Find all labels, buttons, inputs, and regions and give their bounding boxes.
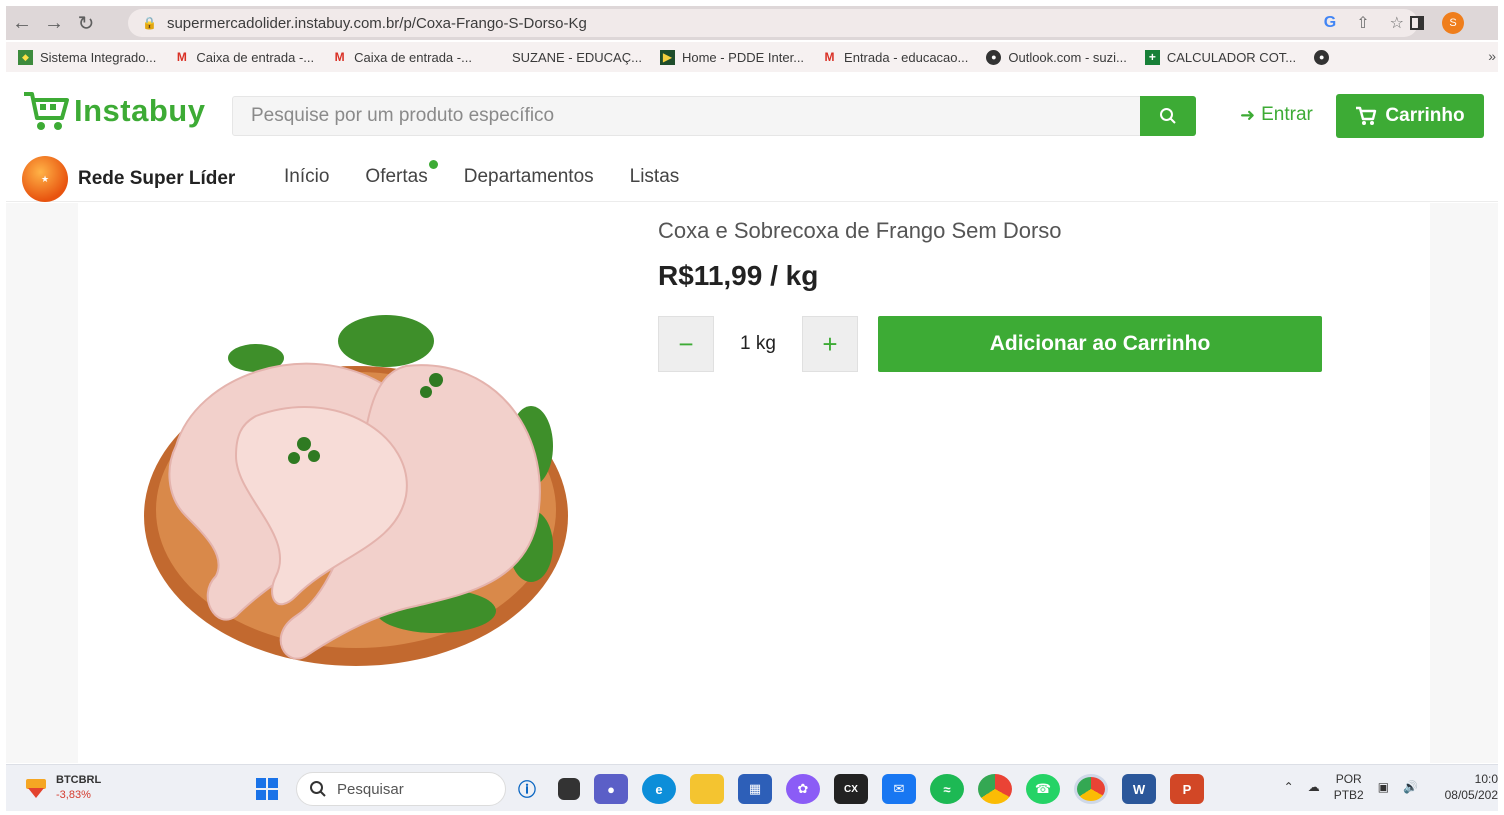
back-icon[interactable]: ←: [6, 8, 38, 38]
browser-toolbar: ← → ↻ 🔒 supermercadolider.instabuy.com.b…: [6, 6, 1498, 40]
search-bar: [232, 96, 1196, 136]
chrome-active-icon[interactable]: [1074, 774, 1108, 804]
copilot-icon[interactable]: ✿: [786, 774, 820, 804]
bookmark-item[interactable]: ◆ Sistema Integrado...: [18, 49, 156, 65]
bookmark-item[interactable]: ● Outlook.com - suzi...: [986, 49, 1127, 65]
microsoft-icon: [490, 50, 505, 65]
sheets-icon: +: [1144, 49, 1160, 65]
flag-icon: ◆: [18, 49, 33, 65]
edge-icon[interactable]: e: [642, 774, 676, 804]
browser-toolbar-right: S: [1410, 12, 1464, 34]
forward-icon[interactable]: →: [38, 8, 70, 38]
bookmark-item[interactable]: ●: [1314, 49, 1330, 65]
store-name: Rede Super Líder: [78, 168, 236, 189]
product-title: Coxa e Sobrecoxa de Frango Sem Dorso: [658, 218, 1062, 243]
whatsapp-icon[interactable]: ☎: [1026, 774, 1060, 804]
task-view-icon[interactable]: [558, 778, 580, 800]
bookmark-item[interactable]: + CALCULADOR COT...: [1144, 49, 1296, 65]
gmail-icon: M: [176, 50, 187, 64]
store-logo: ★: [22, 156, 68, 202]
product-price: R$11,99 / kg: [658, 260, 819, 291]
search-icon: [1160, 108, 1176, 124]
menu-item-departamentos[interactable]: Departamentos: [464, 166, 594, 188]
language-indicator[interactable]: POR PTB2: [1334, 771, 1364, 803]
ticker-widget[interactable]: BTCBRL -3,83%: [24, 773, 101, 803]
url-text[interactable]: supermercadolider.instabuy.com.br/p/Coxa…: [167, 15, 587, 32]
bing-icon[interactable]: ⓘ: [510, 774, 544, 804]
ticker-change: -3,83%: [56, 789, 91, 801]
volume-icon[interactable]: 🔊: [1403, 780, 1418, 794]
side-panel-icon[interactable]: [1410, 16, 1424, 30]
onedrive-icon[interactable]: ☁: [1308, 780, 1320, 794]
capcut-icon[interactable]: CX: [834, 774, 868, 804]
search-button[interactable]: [1140, 96, 1196, 136]
bookmark-star-icon[interactable]: ☆: [1390, 13, 1404, 33]
gmail-icon: M: [824, 50, 835, 64]
bookmark-item[interactable]: SUZANE - EDUCAÇ...: [490, 50, 642, 65]
chrome-icon[interactable]: [978, 774, 1012, 804]
quantity-decrease-button[interactable]: −: [658, 316, 714, 372]
search-icon: [310, 781, 326, 797]
plus-icon: +: [822, 328, 838, 359]
cart-logo-icon: [24, 92, 69, 130]
quantity-increase-button[interactable]: +: [802, 316, 858, 372]
globe-icon: ●: [986, 49, 1002, 65]
file-explorer-icon[interactable]: [690, 774, 724, 804]
quantity-value: 1 kg: [740, 333, 776, 354]
network-icon[interactable]: ▣: [1378, 780, 1389, 794]
spotify-icon[interactable]: ≈: [930, 774, 964, 804]
chevron-up-icon[interactable]: ⌃: [1284, 780, 1294, 794]
lock-icon: 🔒: [142, 16, 157, 30]
taskbar-search[interactable]: Pesquisar: [296, 772, 506, 806]
taskbar-apps: ⓘ ● e ▦ ✿ CX ✉ ≈ ☎ W P: [510, 774, 1204, 804]
windows-start-icon[interactable]: [256, 778, 278, 800]
word-icon[interactable]: W: [1122, 774, 1156, 804]
omnibox-actions: G ⇧ ☆: [1324, 13, 1404, 33]
product-image: [144, 315, 568, 666]
offers-indicator-dot: [428, 160, 438, 169]
gmail-icon: M: [334, 50, 345, 64]
menu-item-inicio[interactable]: Início: [284, 166, 329, 188]
bookmarks-bar: ◆ Sistema Integrado... M Caixa de entrad…: [6, 42, 1498, 72]
powerpoint-icon[interactable]: P: [1170, 774, 1204, 804]
profile-avatar[interactable]: S: [1442, 12, 1464, 34]
add-to-cart-button[interactable]: Adicionar ao Carrinho: [878, 316, 1322, 372]
mail-icon[interactable]: ✉: [882, 774, 916, 804]
share-icon[interactable]: ⇧: [1356, 13, 1369, 33]
bookmark-item[interactable]: M Entrada - educacao...: [822, 50, 969, 65]
main-menu: Início Ofertas Departamentos Listas: [284, 160, 680, 188]
cart-icon: [1356, 106, 1377, 125]
bookmark-item[interactable]: ▶ Home - PDDE Inter...: [659, 49, 804, 65]
minus-icon: −: [678, 328, 694, 359]
windows-taskbar: BTCBRL -3,83% Pesquisar ⓘ ● e ▦ ✿ CX ✉ ≈: [6, 764, 1498, 811]
store-selector[interactable]: ★ Rede Super Líder: [22, 156, 235, 202]
system-tray: ⌃ ☁ POR PTB2 ▣ 🔊 10:0 08/05/202: [1284, 771, 1498, 803]
search-input[interactable]: [233, 97, 1140, 135]
menu-item-ofertas[interactable]: Ofertas: [365, 160, 438, 188]
bookmark-item[interactable]: M Caixa de entrada -...: [332, 50, 472, 65]
ticker-arrow-icon: [26, 779, 46, 798]
reload-icon[interactable]: ↻: [70, 8, 102, 38]
bookmark-item[interactable]: M Caixa de entrada -...: [174, 50, 314, 65]
login-link[interactable]: ➜ Entrar: [1240, 104, 1313, 126]
site-header: Instabuy ➜ Entrar Carrinho ★: [6, 74, 1498, 202]
globe-icon: ●: [1314, 49, 1330, 65]
teams-chat-icon[interactable]: ●: [594, 774, 628, 804]
instabuy-logo[interactable]: Instabuy: [22, 90, 205, 132]
browser-window: ← → ↻ 🔒 supermercadolider.instabuy.com.b…: [6, 6, 1498, 811]
sign-in-icon: ➜: [1240, 104, 1256, 125]
ticker-name: BTCBRL: [56, 774, 102, 786]
cart-button[interactable]: Carrinho: [1336, 94, 1484, 138]
bookmarks-overflow-icon[interactable]: »: [1488, 48, 1496, 64]
address-bar[interactable]: 🔒 supermercadolider.instabuy.com.br/p/Co…: [128, 9, 1418, 37]
google-icon[interactable]: G: [1324, 14, 1336, 32]
microsoft-store-icon[interactable]: ▦: [738, 774, 772, 804]
pdde-icon: ▶: [659, 49, 675, 65]
clock[interactable]: 10:0 08/05/202: [1432, 771, 1498, 803]
menu-item-listas[interactable]: Listas: [630, 166, 680, 188]
logo-text: Instabuy: [74, 93, 206, 128]
